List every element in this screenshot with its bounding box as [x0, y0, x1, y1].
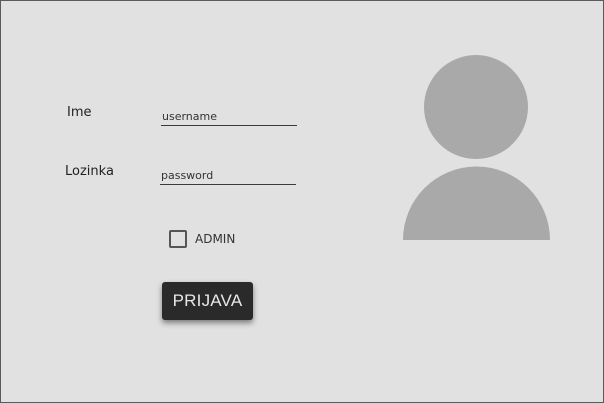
- admin-checkbox-row[interactable]: ADMIN: [169, 230, 235, 248]
- username-field-container: [161, 105, 297, 127]
- username-label: Ime: [67, 105, 92, 120]
- password-field-container: [160, 164, 296, 186]
- password-input[interactable]: [160, 165, 296, 186]
- password-label: Lozinka: [65, 164, 114, 179]
- username-input[interactable]: [161, 106, 297, 127]
- login-window: Ime Lozinka ADMIN PRIJAVA: [0, 0, 604, 403]
- login-button[interactable]: PRIJAVA: [162, 282, 253, 320]
- admin-checkbox-label[interactable]: ADMIN: [195, 232, 235, 246]
- user-avatar-icon: [403, 55, 550, 240]
- admin-checkbox[interactable]: [169, 230, 187, 248]
